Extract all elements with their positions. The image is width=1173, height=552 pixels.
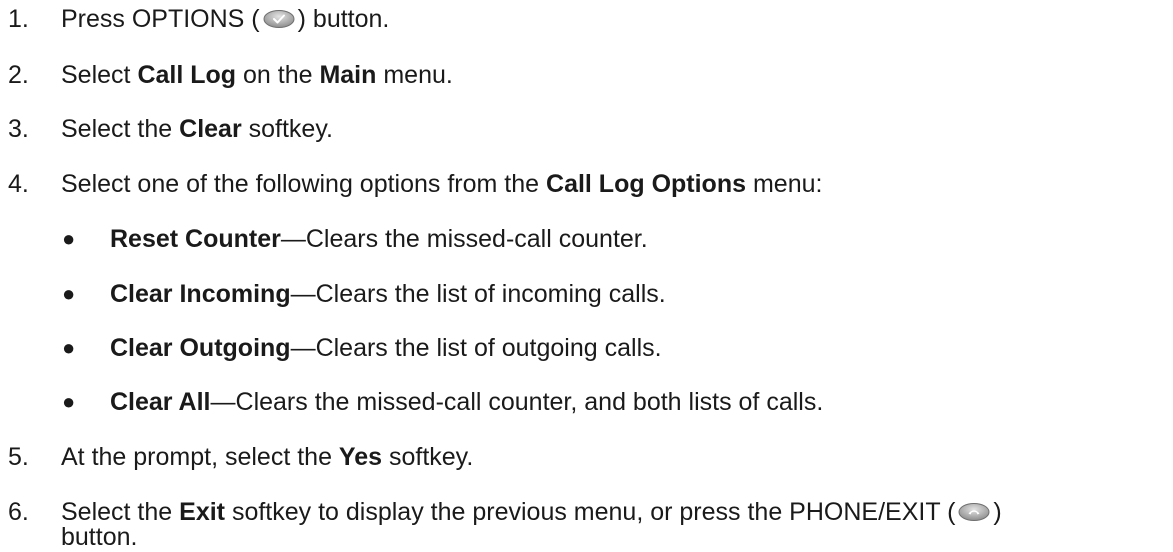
- step-text: Select the Clear softkey.: [61, 115, 333, 143]
- instructions-document: 1. Press OPTIONS ( ) button. 2. Select C…: [8, 5, 1002, 551]
- step-number: 1.: [8, 5, 29, 33]
- step-text: At the prompt, select the Yes softkey.: [61, 443, 474, 471]
- bullet-icon: ●: [62, 281, 76, 306]
- step-text: Select Call Log on the Main menu.: [61, 61, 453, 89]
- step-number: 3.: [8, 115, 29, 143]
- bullet-icon: ●: [62, 389, 76, 414]
- step-number: 4.: [8, 170, 29, 198]
- step-number: 2.: [8, 61, 29, 89]
- bullet-icon: ●: [62, 226, 76, 251]
- step-text: Select one of the following options from…: [61, 170, 823, 198]
- bullet-icon: ●: [62, 335, 76, 360]
- step-number: 6.: [8, 498, 29, 526]
- step-text: Press OPTIONS ( ) button.: [61, 5, 390, 33]
- step-number: 5.: [8, 443, 29, 471]
- step-text: Select the Exit softkey to display the p…: [61, 498, 1002, 526]
- options-button-icon: [263, 10, 295, 28]
- phone-exit-button-icon: [958, 503, 990, 521]
